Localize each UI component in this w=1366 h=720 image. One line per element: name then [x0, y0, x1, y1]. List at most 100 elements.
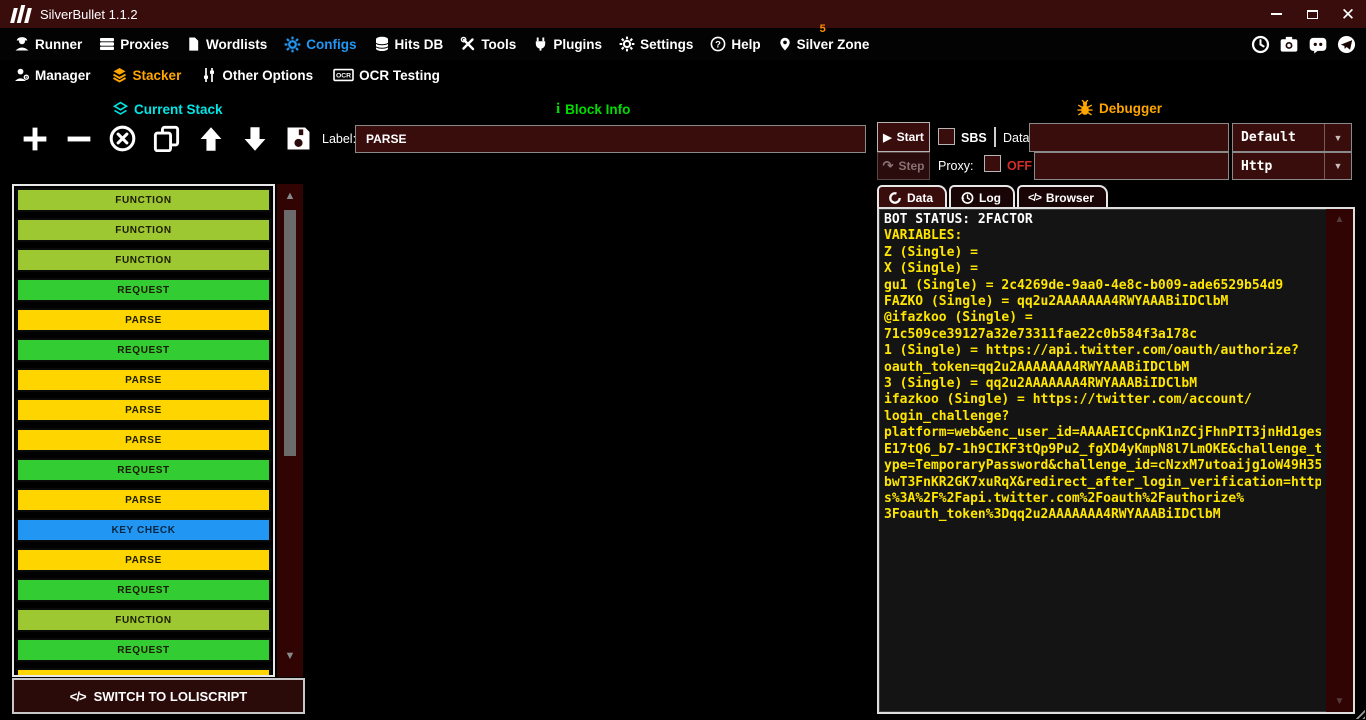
stack-block-function[interactable]: FUNCTION — [16, 188, 271, 212]
window-controls: ✕ — [1258, 0, 1366, 28]
code-icon: </> — [70, 689, 86, 704]
submenu-item-other-options[interactable]: Other Options — [201, 67, 313, 83]
stack-block-parse[interactable]: PARSE — [16, 398, 271, 422]
minimize-button[interactable] — [1258, 0, 1294, 28]
discord-icon[interactable] — [1308, 35, 1328, 54]
stack-block-function[interactable]: FUNCTION — [16, 248, 271, 272]
menu-item-configs[interactable]: Configs — [284, 36, 356, 53]
copy-icon — [153, 125, 180, 152]
location-pin-icon — [778, 36, 792, 52]
block-label-input[interactable] — [355, 125, 866, 153]
gear-icon — [284, 36, 301, 53]
stack-block-parse[interactable]: PARSE — [16, 488, 271, 512]
menu-item-wordlists[interactable]: Wordlists — [186, 36, 267, 52]
menu-item-silver-zone[interactable]: 5 Silver Zone — [778, 36, 870, 52]
plus-icon — [21, 125, 49, 153]
stack-block-request[interactable]: REQUEST — [16, 578, 271, 602]
save-config-button[interactable] — [284, 124, 313, 153]
log-line: platform=web&enc_user_id=AAAAEICCpnK1nZC… — [884, 425, 1321, 441]
start-button[interactable]: ▶ Start — [877, 122, 930, 152]
document-icon — [186, 36, 201, 52]
log-line: X (Single) = — [884, 261, 1321, 277]
person-gear-icon — [14, 67, 30, 83]
stack-block-request[interactable]: REQUEST — [16, 278, 271, 302]
tab-browser[interactable]: </> Browser — [1017, 185, 1108, 208]
tab-log[interactable]: Log — [949, 185, 1015, 208]
menu-item-tools[interactable]: Tools — [460, 36, 516, 52]
stack-block-parse[interactable]: PARSE — [16, 368, 271, 392]
log-line: ype=TemporaryPassword&challenge_id=cNzxM… — [884, 458, 1321, 474]
scroll-down-icon[interactable]: ▼ — [277, 650, 303, 662]
wordlist-type-dropdown[interactable]: Default ▼ — [1232, 123, 1352, 152]
stack-block-parse[interactable]: PARSE — [16, 308, 271, 332]
scroll-up-icon[interactable]: ▲ — [277, 190, 303, 202]
bug-icon — [1076, 100, 1094, 117]
log-scrollbar[interactable]: ▲ ▼ — [1326, 209, 1353, 712]
stack-scrollbar[interactable]: ▲ ▼ — [277, 184, 303, 677]
menu-item-hitsdb[interactable]: Hits DB — [374, 36, 444, 52]
move-up-button[interactable] — [196, 124, 225, 153]
stack-block-request[interactable]: REQUEST — [16, 458, 271, 482]
telegram-icon[interactable] — [1337, 35, 1356, 54]
scroll-thumb[interactable] — [284, 210, 296, 456]
help-icon: ? — [710, 36, 726, 52]
stack-block-request[interactable]: REQUEST — [16, 638, 271, 662]
remove-block-button[interactable] — [64, 124, 93, 153]
submenu-item-stacker[interactable]: Stacker — [111, 67, 182, 83]
clone-block-button[interactable] — [152, 124, 181, 153]
menu-item-settings[interactable]: Settings — [619, 36, 693, 52]
move-down-button[interactable] — [240, 124, 269, 153]
scroll-up-icon[interactable]: ▲ — [1326, 214, 1353, 225]
switch-to-loliscript-button[interactable]: </> SWITCH TO LOLISCRIPT — [12, 678, 305, 714]
app-logo-icon — [12, 5, 30, 23]
menu-item-proxies[interactable]: Proxies — [99, 36, 169, 52]
stack-block-request[interactable]: REQUEST — [16, 338, 271, 362]
log-line: ifazkoo (Single) = https://twitter.com/a… — [884, 392, 1321, 408]
minus-icon — [65, 125, 93, 153]
debugger-log-text[interactable]: BOT STATUS: 2FACTORVARIABLES:Z (Single) … — [884, 212, 1321, 709]
proxy-type-dropdown[interactable]: Http ▼ — [1232, 152, 1352, 180]
menu-right-icons — [1251, 35, 1356, 54]
log-status-line: BOT STATUS: 2FACTOR — [884, 212, 1321, 228]
current-stack-header: Current Stack — [112, 101, 223, 117]
scroll-down-icon[interactable]: ▼ — [1326, 696, 1353, 707]
stack-block-parse[interactable]: PARSE — [16, 428, 271, 452]
sbs-checkbox[interactable] — [938, 128, 955, 145]
tab-data[interactable]: Data — [877, 185, 947, 208]
step-button[interactable]: ↷ Step — [877, 152, 930, 180]
add-block-button[interactable] — [20, 124, 49, 153]
divider — [994, 127, 996, 147]
log-line: 3Foauth_token%3Dqq2u2AAAAAAA4RWYAAABiIDC… — [884, 507, 1321, 523]
menu-item-runner[interactable]: Runner — [14, 36, 82, 52]
camera-icon[interactable] — [1279, 35, 1299, 54]
menu-item-help[interactable]: ? Help — [710, 36, 760, 52]
history-icon[interactable] — [1251, 35, 1270, 54]
log-line: bwT3FnKR2GK7xuRqX&redirect_after_login_v… — [884, 475, 1321, 491]
gear-icon — [619, 36, 635, 52]
clear-stack-button[interactable] — [108, 124, 137, 153]
info-icon: i — [556, 101, 560, 118]
stack-block-function[interactable]: FUNCTION — [16, 218, 271, 242]
proxy-checkbox[interactable] — [984, 155, 1001, 172]
minimize-icon — [1271, 13, 1282, 15]
stack-block-function[interactable]: FUNCTION — [16, 608, 271, 632]
refresh-circle-icon — [888, 191, 902, 205]
close-button[interactable]: ✕ — [1330, 0, 1366, 28]
menu-item-plugins[interactable]: Plugins — [533, 36, 602, 52]
submenu-item-manager[interactable]: Manager — [14, 67, 91, 83]
stack-block-keycheck[interactable]: KEY CHECK — [16, 518, 271, 542]
maximize-button[interactable] — [1294, 0, 1330, 28]
stack-block-parse[interactable]: PARSE — [16, 548, 271, 572]
arrow-down-icon — [242, 125, 268, 153]
stack-block-parse[interactable]: PARSE — [16, 668, 271, 677]
block-info-header: i Block Info — [556, 101, 630, 118]
proxy-input[interactable] — [1034, 152, 1229, 180]
data-input[interactable] — [1029, 123, 1229, 152]
code-icon: </> — [1028, 192, 1041, 204]
window-title: SilverBullet 1.1.2 — [40, 7, 138, 22]
log-line: login_challenge? — [884, 409, 1321, 425]
block-stack-list: FUNCTION FUNCTION FUNCTION REQUEST PARSE REQU… — [12, 184, 275, 677]
submenu-item-ocr-testing[interactable]: OCR OCR Testing — [333, 67, 440, 83]
log-line: 1 (Single) = https://api.twitter.com/oau… — [884, 343, 1321, 359]
log-line: 71c509ce39127a32e73311fae22c0b584f3a178c — [884, 327, 1321, 343]
